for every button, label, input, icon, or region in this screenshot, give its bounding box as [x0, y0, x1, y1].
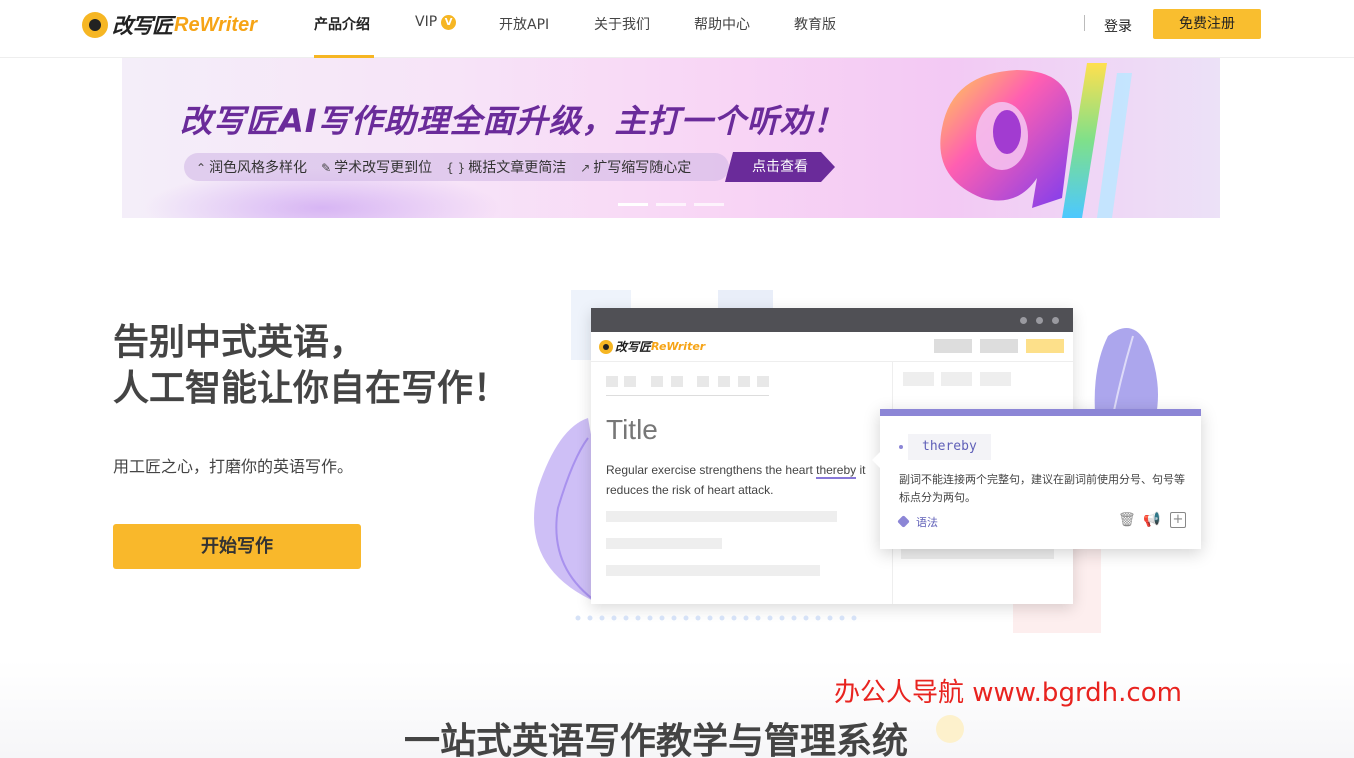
vip-badge-icon: V [441, 15, 457, 30]
editor-logo-cn: 改写匠 [615, 340, 652, 354]
toolbar-button[interactable] [651, 376, 663, 387]
carousel-dot[interactable] [656, 203, 686, 206]
hero-title: 告别中式英语， 人工智能让你自在写作！ [113, 320, 509, 412]
banner-feature-label: 润色风格多样化 [209, 160, 308, 176]
bullet-icon [899, 445, 903, 449]
delete-icon[interactable]: 🗑 [1118, 512, 1136, 528]
expand-icon: ↗ [580, 161, 591, 175]
nav-item-help[interactable]: 帮助中心 [694, 14, 750, 34]
start-writing-button[interactable]: 开始写作 [113, 524, 361, 569]
toolbar-button[interactable] [757, 376, 769, 387]
toolbar-button[interactable] [718, 376, 730, 387]
register-button[interactable]: 免费注册 [1153, 9, 1261, 39]
text-placeholder [606, 538, 722, 549]
editor-header-button[interactable] [1026, 339, 1064, 353]
top-nav: 改写匠 ReWriter 产品介绍 VIP V 开放API 关于我们 帮助中心 教… [0, 0, 1354, 58]
document-title[interactable]: Title [606, 414, 658, 446]
text-placeholder [606, 511, 837, 522]
banner-feature: ✎ 学术改写更到位 [321, 157, 432, 177]
toolbar-button[interactable] [624, 376, 636, 387]
watermark-text: 办公人导航 www.bgrdh.com [834, 678, 1182, 708]
banner-headline: 改写匠AI写作助理全面升级，主打一个听劝！ [180, 102, 846, 140]
logo-icon [82, 12, 108, 38]
banner-cta-button[interactable]: 点击查看 [725, 152, 835, 182]
editor-header: 改写匠 ReWriter [591, 332, 1073, 362]
promo-banner[interactable]: 改写匠AI写作助理全面升级，主打一个听劝！ ⌃ 润色风格多样化 ✎ 学术改写更到位 … [122, 58, 1220, 218]
banner-feature-label: 学术改写更到位 [334, 160, 433, 176]
carousel-dots [618, 203, 724, 206]
banner-feature-label: 扩写缩写随心定 [593, 160, 692, 176]
highlighted-word[interactable]: thereby [816, 463, 857, 479]
nav-divider [1084, 15, 1085, 31]
nav-item-education[interactable]: 教育版 [794, 14, 836, 34]
logo[interactable]: 改写匠 ReWriter [82, 10, 257, 40]
suggestion-tag-label: 语法 [916, 516, 938, 529]
logo-cn-text: 改写匠 [112, 14, 173, 38]
banner-feature-pill: ⌃ 润色风格多样化 ✎ 学术改写更到位 { } 概括文章更简洁 ↗ 扩写缩写随心定 [184, 153, 729, 181]
suggestion-word[interactable]: thereby [908, 434, 991, 460]
nav-item-product[interactable]: 产品介绍 [314, 14, 370, 34]
section-decoration-dot [936, 715, 964, 743]
hero-title-line2: 人工智能让你自在写作！ [113, 368, 510, 409]
editor-logo: 改写匠 ReWriter [599, 338, 705, 355]
toolbar-button[interactable] [738, 376, 750, 387]
product-illustration: 改写匠 ReWriter Title Regular exercise stre… [528, 288, 1201, 638]
nav-item-vip[interactable]: VIP V [415, 14, 457, 30]
tag-icon [897, 515, 910, 528]
hero-title-line1: 告别中式英语， [113, 322, 366, 363]
editor-header-button[interactable] [934, 339, 972, 353]
editor-logo-en: ReWriter [651, 340, 706, 353]
nav-item-api[interactable]: 开放API [499, 14, 549, 34]
side-placeholder [901, 549, 1054, 559]
editor-titlebar [591, 308, 1073, 332]
suggestion-card: thereby 副词不能连接两个完整句，建议在副词前使用分号、句号等标点分为两句… [872, 409, 1201, 549]
banner-feature-label: 概括文章更简洁 [468, 160, 567, 176]
toolbar-button[interactable] [606, 376, 618, 387]
pen-icon: ✎ [321, 161, 332, 175]
nav-item-vip-label: VIP [415, 14, 438, 30]
section-title: 一站式英语写作教学与管理系统 [404, 721, 909, 758]
carousel-dot[interactable] [694, 203, 724, 206]
window-dot-icon [1020, 317, 1027, 324]
window-dot-icon [1036, 317, 1043, 324]
nav-item-about[interactable]: 关于我们 [594, 14, 650, 34]
toolbar-button[interactable] [697, 376, 709, 387]
side-placeholder [903, 372, 934, 386]
window-dot-icon [1052, 317, 1059, 324]
login-link[interactable]: 登录 [1104, 16, 1132, 36]
banner-ai-logo-art [940, 63, 1132, 218]
document-text-part: Regular exercise strengthens the heart [606, 463, 817, 477]
toolbar-divider [606, 395, 769, 396]
logo-en-text: ReWriter [174, 13, 257, 36]
editor-header-button[interactable] [980, 339, 1018, 353]
suggestion-message: 副词不能连接两个完整句，建议在副词前使用分号、句号等标点分为两句。 [899, 473, 1185, 504]
document-text[interactable]: Regular exercise strengthens the heart t… [606, 460, 881, 500]
toolbar-button[interactable] [671, 376, 683, 387]
hero-subtitle: 用工匠之心，打磨你的英语写作。 [113, 457, 354, 476]
plus-box-icon[interactable]: + [1170, 512, 1186, 528]
megaphone-icon[interactable]: 📢 [1143, 512, 1160, 528]
chevrons-up-icon: ⌃ [196, 161, 207, 175]
banner-feature: { } 概括文章更简洁 [446, 157, 566, 177]
carousel-dot[interactable] [618, 203, 648, 206]
side-placeholder [941, 372, 972, 386]
logo-icon [599, 339, 613, 354]
dot-pattern-decoration [575, 615, 857, 621]
banner-feature: ↗ 扩写缩写随心定 [580, 157, 691, 177]
banner-feature: ⌃ 润色风格多样化 [196, 157, 307, 177]
text-placeholder [606, 565, 820, 576]
suggestion-tag: 语法 [897, 514, 938, 530]
braces-icon: { } [446, 161, 466, 175]
editor-document-pane: Title Regular exercise strengthens the h… [591, 362, 893, 604]
side-placeholder [980, 372, 1011, 386]
